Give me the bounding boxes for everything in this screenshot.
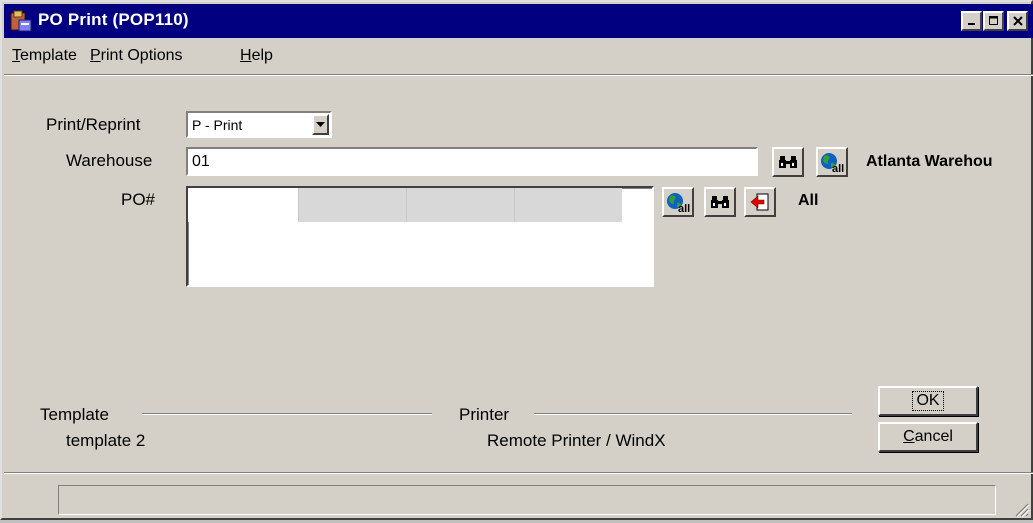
maximize-icon	[988, 16, 998, 25]
ok-button-label: OK	[912, 391, 944, 411]
template-section-title: Template	[40, 405, 109, 424]
cancel-button-label: ancel	[914, 428, 953, 445]
po-find-button[interactable]	[704, 187, 736, 217]
po-all-text: All	[798, 192, 819, 209]
po-print-window: PO Print (POP110) Template Print Options…	[0, 0, 1033, 520]
template-value: template 2	[66, 431, 146, 450]
binoculars-icon	[711, 196, 729, 208]
svg-text:all: all	[832, 163, 844, 173]
close-button[interactable]	[1007, 11, 1028, 31]
warehouse-input[interactable]: 01	[186, 147, 758, 176]
status-bar	[58, 485, 996, 515]
printer-divider	[534, 413, 852, 415]
minimize-button[interactable]	[961, 11, 982, 31]
cancel-button[interactable]: Cancel	[878, 422, 978, 452]
warehouse-value: 01	[192, 153, 210, 170]
po-lookup-button[interactable]: all	[662, 187, 694, 217]
grid-cell[interactable]	[298, 188, 406, 222]
menu-template[interactable]: Template	[12, 47, 77, 65]
warehouse-find-button[interactable]	[772, 147, 804, 177]
po-number-grid[interactable]	[186, 186, 654, 287]
po-all-button[interactable]	[744, 187, 776, 217]
menu-divider	[4, 74, 1033, 76]
grid-cell[interactable]	[188, 188, 298, 222]
title-bar[interactable]: PO Print (POP110)	[4, 4, 1033, 38]
printer-value: Remote Printer / WindX	[487, 431, 666, 450]
minimize-icon	[967, 23, 975, 25]
print-reprint-select[interactable]: P - Print	[186, 111, 332, 138]
app-icon[interactable]	[10, 10, 32, 32]
menu-print-options-label: rint Options	[100, 47, 183, 64]
menu-template-label: emplate	[20, 47, 77, 64]
status-divider	[4, 472, 1033, 474]
size-grip-icon[interactable]	[1010, 498, 1030, 518]
print-reprint-label: Print/Reprint	[46, 115, 141, 134]
grid-cell[interactable]	[406, 188, 514, 222]
menu-help-accel: H	[240, 47, 252, 64]
po-number-label: PO#	[121, 190, 156, 209]
menu-help-label: elp	[251, 47, 273, 64]
menu-help[interactable]: Help	[240, 47, 273, 65]
menu-bar: Template Print Options Help	[4, 40, 1033, 70]
printer-section-title: Printer	[459, 405, 510, 424]
maximize-button[interactable]	[983, 11, 1004, 31]
grid-cell[interactable]	[514, 188, 622, 222]
menu-print-options[interactable]: Print Options	[90, 47, 182, 65]
all-select-icon	[750, 193, 769, 211]
warehouse-label: Warehouse	[66, 151, 153, 170]
warehouse-lookup-button[interactable]: all	[816, 147, 848, 177]
template-divider	[142, 413, 432, 415]
menu-print-options-accel: P	[90, 47, 101, 64]
globe-lookup-icon: all	[821, 153, 844, 173]
cancel-button-accel: C	[903, 428, 915, 445]
globe-lookup-icon: all	[667, 193, 690, 213]
print-reprint-value: P - Print	[192, 117, 243, 133]
close-icon	[1012, 16, 1023, 26]
binoculars-icon	[779, 156, 797, 168]
menu-template-accel: T	[12, 47, 20, 64]
warehouse-name: Atlanta Warehou	[866, 153, 993, 170]
ok-button[interactable]: OK	[878, 386, 978, 416]
dropdown-arrow-icon[interactable]	[312, 114, 329, 135]
svg-text:all: all	[678, 203, 690, 213]
window-title: PO Print (POP110)	[38, 10, 189, 29]
